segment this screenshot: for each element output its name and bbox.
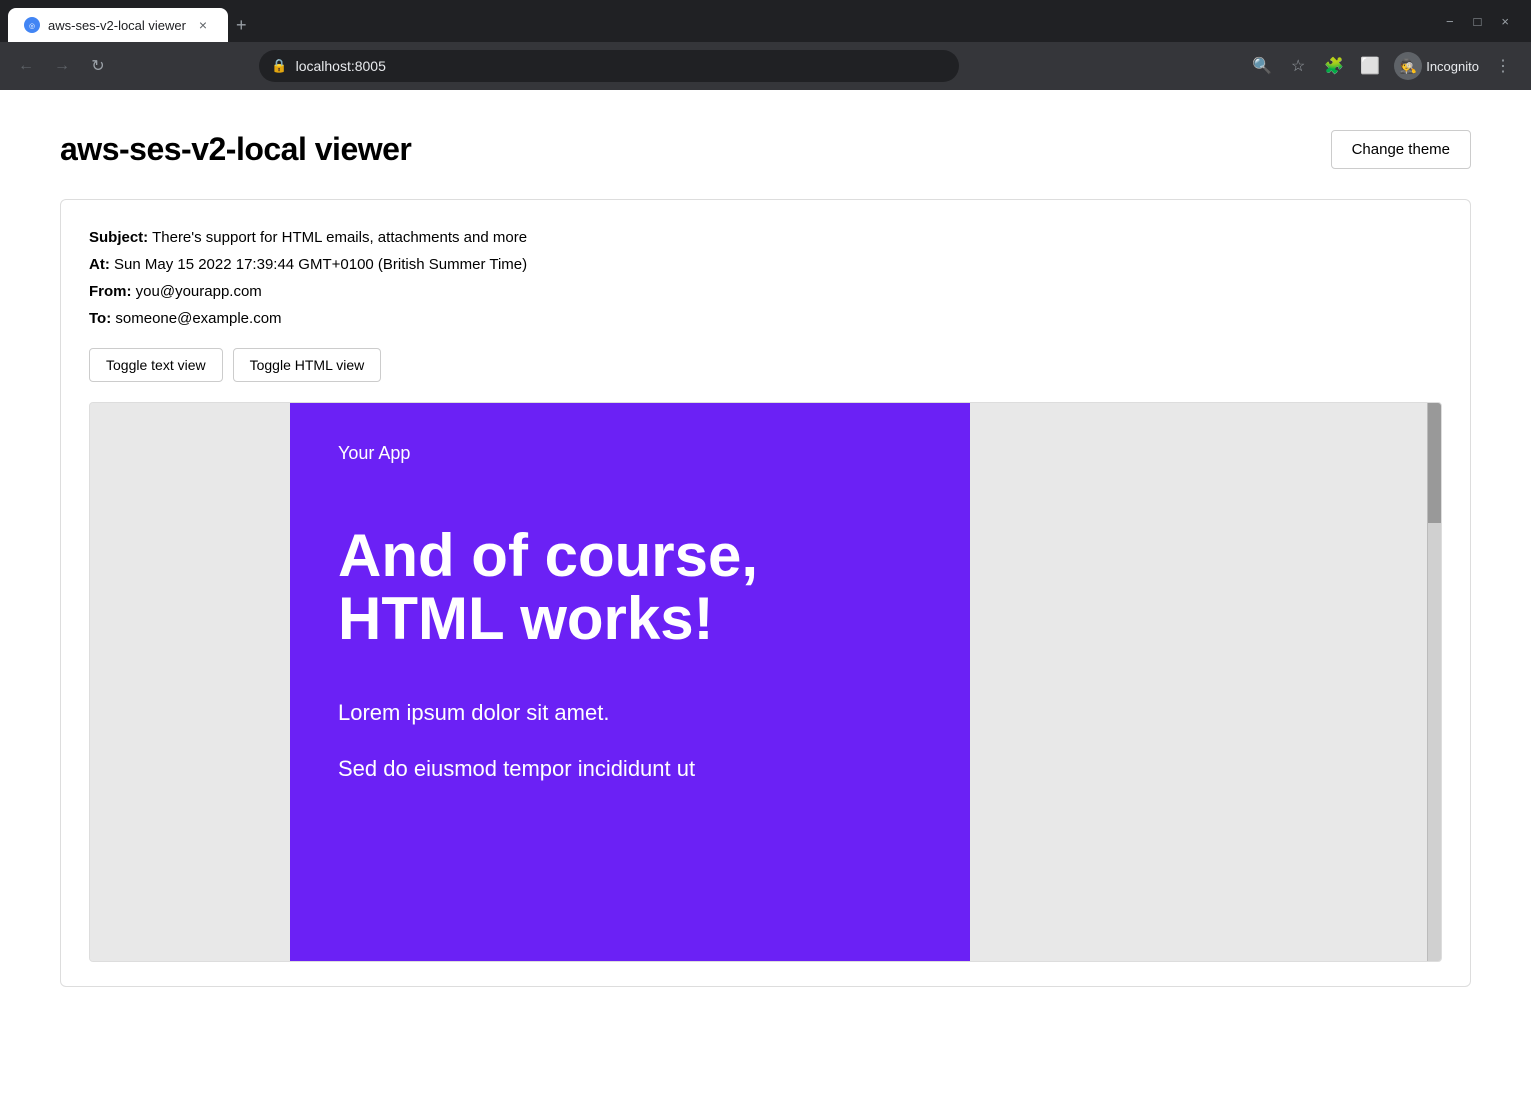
- window-restore[interactable]: □: [1468, 12, 1488, 31]
- email-subject-line: Subject: There's support for HTML emails…: [89, 224, 1442, 251]
- menu-icon[interactable]: ⋮: [1487, 50, 1519, 82]
- page-content: aws-ses-v2-local viewer Change theme Sub…: [0, 90, 1531, 1117]
- change-theme-button[interactable]: Change theme: [1331, 130, 1471, 169]
- email-body-text-1: Lorem ipsum dolor sit amet.: [338, 700, 922, 726]
- address-bar-row: ← → ↻ 🔒 localhost:8005 🔍 ☆ 🧩 ⬜ 🕵 Incogni…: [0, 42, 1531, 90]
- preview-scrollbar[interactable]: [1427, 403, 1441, 961]
- back-button[interactable]: ←: [12, 52, 40, 80]
- email-to-line: To: someone@example.com: [89, 305, 1442, 332]
- active-tab[interactable]: ◎ aws-ses-v2-local viewer ×: [8, 8, 228, 42]
- cast-icon[interactable]: ⬜: [1354, 50, 1386, 82]
- address-bar[interactable]: 🔒 localhost:8005: [259, 50, 959, 82]
- refresh-button[interactable]: ↻: [84, 52, 112, 80]
- search-icon[interactable]: 🔍: [1246, 50, 1278, 82]
- email-headline: And of course, HTML works!: [338, 524, 922, 650]
- email-app-name: Your App: [338, 443, 922, 464]
- preview-left-gray: [90, 403, 290, 961]
- subject-value: There's support for HTML emails, attachm…: [152, 229, 527, 246]
- toggle-html-view-button[interactable]: Toggle HTML view: [233, 348, 382, 382]
- new-tab-button[interactable]: +: [228, 11, 255, 40]
- from-value: you@yourapp.com: [136, 283, 262, 300]
- incognito-label: Incognito: [1426, 59, 1479, 74]
- page-header: aws-ses-v2-local viewer Change theme: [60, 130, 1471, 169]
- email-actions: Toggle text view Toggle HTML view: [89, 348, 1442, 382]
- email-at-line: At: Sun May 15 2022 17:39:44 GMT+0100 (B…: [89, 251, 1442, 278]
- forward-button[interactable]: →: [48, 52, 76, 80]
- from-label: From:: [89, 283, 132, 300]
- email-card: Subject: There's support for HTML emails…: [60, 199, 1471, 987]
- back-icon: ←: [18, 57, 34, 75]
- preview-right-gray: [970, 403, 1441, 961]
- toolbar-icons: 🔍 ☆ 🧩 ⬜ 🕵 Incognito ⋮: [1246, 50, 1519, 82]
- forward-icon: →: [54, 57, 70, 75]
- browser-chrome: ◎ aws-ses-v2-local viewer × + − □ × ← → …: [0, 0, 1531, 90]
- window-controls: − □ ×: [1440, 12, 1523, 39]
- lock-icon: 🔒: [271, 58, 287, 74]
- extensions-icon[interactable]: 🧩: [1318, 50, 1350, 82]
- email-from-line: From: you@yourapp.com: [89, 278, 1442, 305]
- address-text: localhost:8005: [296, 58, 386, 74]
- at-label: At:: [89, 256, 110, 273]
- svg-text:◎: ◎: [29, 23, 35, 30]
- incognito-button[interactable]: 🕵 Incognito: [1390, 52, 1483, 80]
- toggle-text-view-button[interactable]: Toggle text view: [89, 348, 223, 382]
- to-value: someone@example.com: [115, 310, 281, 327]
- refresh-icon: ↻: [91, 56, 104, 76]
- tab-close-button[interactable]: ×: [194, 16, 212, 34]
- tab-favicon: ◎: [24, 17, 40, 33]
- email-preview-container: Your App And of course, HTML works! Lore…: [89, 402, 1442, 962]
- page-title: aws-ses-v2-local viewer: [60, 131, 411, 168]
- window-close[interactable]: ×: [1495, 12, 1515, 31]
- window-minimize[interactable]: −: [1440, 12, 1460, 31]
- preview-scrollbar-thumb[interactable]: [1428, 403, 1441, 523]
- tab-title: aws-ses-v2-local viewer: [48, 18, 186, 33]
- incognito-icon: 🕵: [1394, 52, 1422, 80]
- email-preview-content: Your App And of course, HTML works! Lore…: [290, 403, 970, 961]
- subject-label: Subject:: [89, 229, 148, 246]
- at-value: Sun May 15 2022 17:39:44 GMT+0100 (Briti…: [114, 256, 527, 273]
- email-body-text-2: Sed do eiusmod tempor incididunt ut: [338, 756, 922, 782]
- tab-bar: ◎ aws-ses-v2-local viewer × + − □ ×: [0, 0, 1531, 42]
- bookmark-icon[interactable]: ☆: [1282, 50, 1314, 82]
- to-label: To:: [89, 310, 111, 327]
- email-metadata: Subject: There's support for HTML emails…: [89, 224, 1442, 332]
